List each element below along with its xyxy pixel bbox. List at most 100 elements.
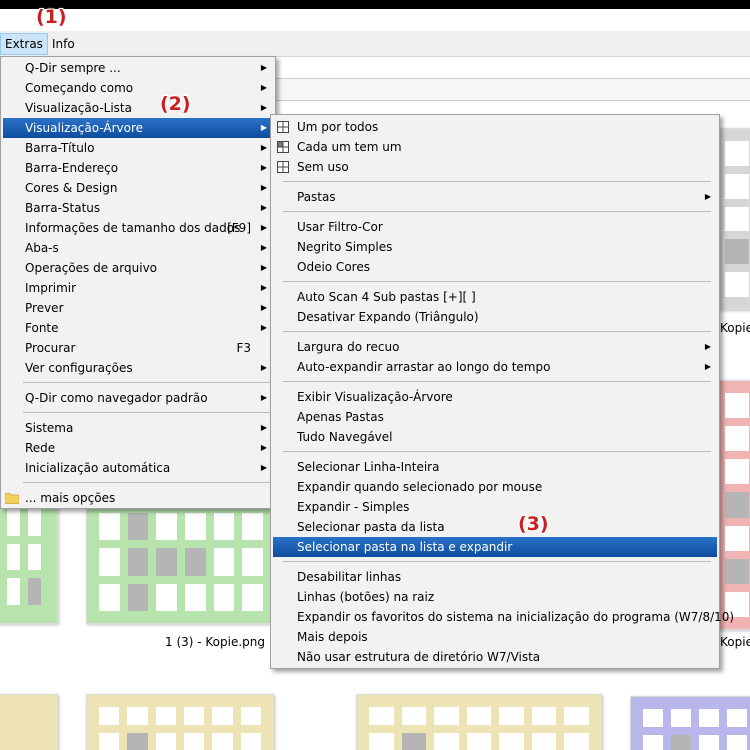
menu-item-operacoes-arquivo[interactable]: Operações de arquivo ▶ [3,258,273,278]
menu-item-barra-status[interactable]: Barra-Status ▶ [3,198,273,218]
menu-separator [283,561,711,562]
menu-item-expandir-simples[interactable]: Expandir - Simples [273,497,717,517]
menu-info-label: Info [52,37,75,51]
menu-item-visualizacao-lista[interactable]: Visualização-Lista ▶ [3,98,273,118]
menu-item-label: Q-Dir como navegador padrão [25,391,208,405]
menu-item-label: Cada um tem um [297,140,402,154]
chevron-right-icon: ▶ [260,283,267,292]
chevron-right-icon: ▶ [260,393,267,402]
menu-item-cores-design[interactable]: Cores & Design ▶ [3,178,273,198]
menu-extras-label: Extras [5,37,43,51]
menu-item-barra-endereco[interactable]: Barra-Endereço ▶ [3,158,273,178]
callout-3: (3) [518,513,549,535]
menu-item-visualizacao-arvore[interactable]: Visualização-Árvore ▶ [3,118,273,138]
menu-item-qdir-sempre[interactable]: Q-Dir sempre ... ▶ [3,58,273,78]
thumbnail-yellow-right[interactable] [356,694,602,750]
folder-icon [5,493,19,504]
menu-item-comecando-como[interactable]: Começando como ▶ [3,78,273,98]
menu-item-pastas[interactable]: Pastas ▶ [273,187,717,207]
menu-item-informacoes-tamanho[interactable]: Informações de tamanho dos dados [F9] ▶ [3,218,273,238]
menu-item-label: Auto-expandir arrastar ao longo do tempo [297,360,551,374]
menu-item-label: Visualização-Lista [25,101,132,115]
menu-item-nao-usar-estrutura[interactable]: Não usar estrutura de diretório W7/Vista [273,647,717,667]
menu-item-negrito-simples[interactable]: Negrito Simples [273,237,717,257]
menu-item-mais-depois[interactable]: Mais depois [273,627,717,647]
menu-item-rede[interactable]: Rede ▶ [3,438,273,458]
menu-item-barra-titulo[interactable]: Barra-Título ▶ [3,138,273,158]
menu-item-expandir-mouse[interactable]: Expandir quando selecionado por mouse [273,477,717,497]
menu-item-largura-recuo[interactable]: Largura do recuo ▶ [273,337,717,357]
menu-item-label: Sem uso [297,160,349,174]
menu-item-um-por-todos[interactable]: Um por todos [273,117,717,137]
menu-item-procurar[interactable]: Procurar F3 [3,338,273,358]
menu-item-expandir-favoritos[interactable]: Expandir os favoritos do sistema na inic… [273,607,734,627]
title-area [0,9,750,31]
menu-separator [283,331,711,332]
menu-item-label: Negrito Simples [297,240,393,254]
menu-item-fonte[interactable]: Fonte ▶ [3,318,273,338]
menu-item-label: Q-Dir sempre ... [25,61,121,75]
menu-item-label: Selecionar pasta da lista [297,520,445,534]
menu-item-label: Usar Filtro-Cor [297,220,383,234]
menu-item-label: Linhas (botões) na raiz [297,590,435,604]
thumbnail-green-middle[interactable] [86,500,276,624]
menu-item-label: Um por todos [297,120,379,134]
chevron-right-icon: ▶ [704,342,711,351]
thumbnail-yellow-left[interactable] [0,694,58,750]
menu-item-label: Expandir os favoritos do sistema na inic… [297,610,735,624]
chevron-right-icon: ▶ [260,183,267,192]
chevron-right-icon: ▶ [704,192,711,201]
menu-item-mais-opcoes[interactable]: ... mais opções [3,488,273,508]
chevron-right-icon: ▶ [260,443,267,452]
chevron-right-icon: ▶ [260,463,267,472]
chevron-right-icon: ▶ [704,362,711,371]
menu-item-label: Expandir - Simples [297,500,410,514]
thumbnail-purple-right[interactable] [630,696,750,750]
menu-item-label: Largura do recuo [297,340,400,354]
menu-item-imprimir[interactable]: Imprimir ▶ [3,278,273,298]
thumbnail-green-left[interactable] [0,498,58,624]
menu-item-label: Apenas Pastas [297,410,384,424]
menu-item-cada-um-tem-um[interactable]: Cada um tem um [273,137,717,157]
menu-item-navegador-padrao[interactable]: Q-Dir como navegador padrão ▶ [3,388,273,408]
menu-item-linhas-raiz[interactable]: Linhas (botões) na raiz [273,587,717,607]
menu-item-exibir-visualizacao-arvore[interactable]: Exibir Visualização-Árvore [273,387,717,407]
menu-item-label: Ver configurações [25,361,133,375]
menu-separator [23,382,271,383]
menu-item-label: Imprimir [25,281,77,295]
menu-item-label: Prever [25,301,64,315]
menu-item-auto-scan[interactable]: Auto Scan 4 Sub pastas [+][ ] [273,287,717,307]
menu-item-desativar-expando[interactable]: Desativar Expando (Triângulo) [273,307,717,327]
menu-extras[interactable]: Extras [0,33,48,55]
menu-item-abas[interactable]: Aba-s ▶ [3,238,273,258]
menu-item-selecionar-pasta-expandir[interactable]: Selecionar pasta na lista e expandir [273,537,717,557]
menu-item-selecionar-pasta-lista[interactable]: Selecionar pasta da lista [273,517,717,537]
chevron-right-icon: ▶ [260,223,267,232]
menu-item-sistema[interactable]: Sistema ▶ [3,418,273,438]
callout-1: (1) [36,6,67,28]
menu-separator [283,381,711,382]
menu-item-inicializacao-automatica[interactable]: Inicialização automática ▶ [3,458,273,478]
menu-item-usar-filtro-cor[interactable]: Usar Filtro-Cor [273,217,717,237]
menu-item-auto-expandir[interactable]: Auto-expandir arrastar ao longo do tempo… [273,357,717,377]
menu-item-label: Desativar Expando (Triângulo) [297,310,479,324]
menu-separator [23,482,271,483]
menu-item-shortcut: [F9] [227,221,251,235]
menu-item-desabilitar-linhas[interactable]: Desabilitar linhas [273,567,717,587]
chevron-right-icon: ▶ [260,123,267,132]
menu-item-selecionar-linha-inteira[interactable]: Selecionar Linha-Inteira [273,457,717,477]
chevron-right-icon: ▶ [260,423,267,432]
menu-item-ver-configuracoes[interactable]: Ver configurações ▶ [3,358,273,378]
menu-item-apenas-pastas[interactable]: Apenas Pastas [273,407,717,427]
menu-separator [283,281,711,282]
menu-item-sem-uso[interactable]: Sem uso [273,157,717,177]
menu-item-odeio-cores[interactable]: Odeio Cores [273,257,717,277]
menu-item-prever[interactable]: Prever ▶ [3,298,273,318]
menu-item-label: Odeio Cores [297,260,370,274]
menu-item-tudo-navegavel[interactable]: Tudo Navegável [273,427,717,447]
menu-info[interactable]: Info [48,33,79,55]
thumbnail-yellow-middle[interactable] [86,694,274,750]
menu-item-label: Selecionar pasta na lista e expandir [297,540,513,554]
menu-item-label: Não usar estrutura de diretório W7/Vista [297,650,541,664]
menu-item-label: Barra-Status [25,201,101,215]
